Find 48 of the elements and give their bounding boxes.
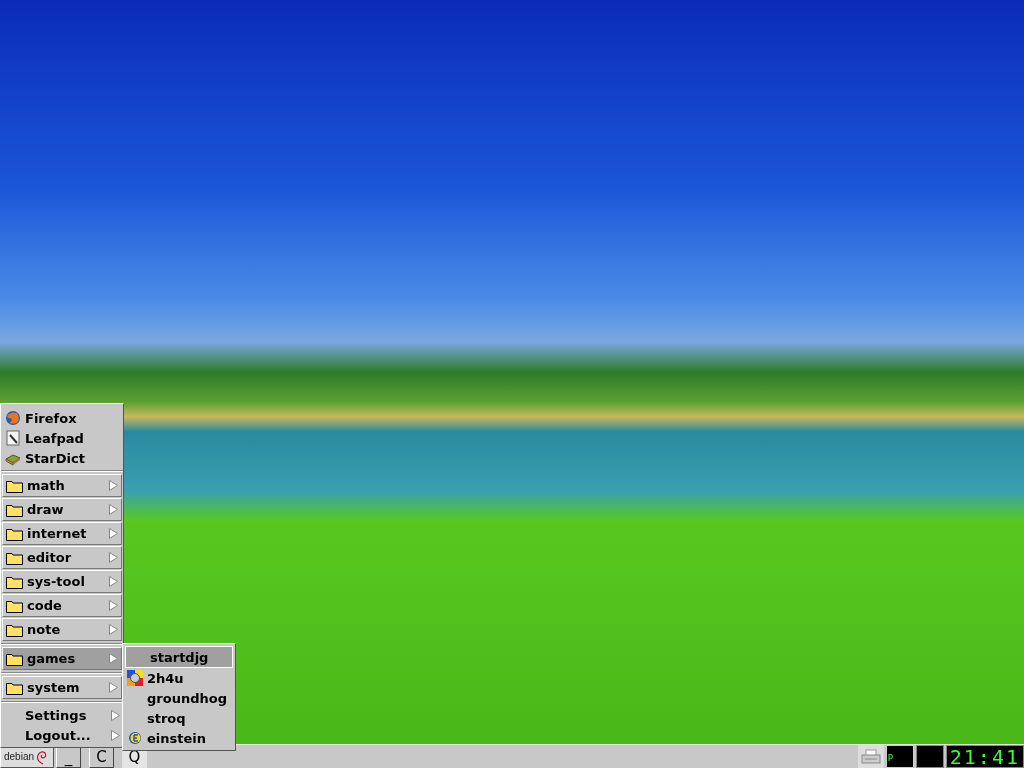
menu-item[interactable]: draw <box>2 498 122 521</box>
arrow-icon <box>109 552 118 563</box>
folder-icon <box>6 680 23 695</box>
arrow-icon <box>109 576 118 587</box>
arrow-icon <box>109 504 118 515</box>
menu-item[interactable]: Firefox <box>1 408 123 428</box>
workspace-pager[interactable] <box>915 745 944 768</box>
folder-icon <box>6 574 23 589</box>
letter-e-icon <box>127 730 142 746</box>
folder-icon <box>6 526 23 541</box>
folder-icon <box>6 598 23 613</box>
swirl-icon <box>35 748 48 765</box>
menu-item[interactable]: math <box>2 474 122 497</box>
arrow-icon <box>109 528 118 539</box>
menu-item[interactable]: note <box>2 618 122 641</box>
arrow-icon <box>111 709 120 721</box>
printer-icon <box>860 748 881 765</box>
arrow-icon <box>111 729 120 741</box>
menu-item[interactable]: internet <box>2 522 122 545</box>
menu-item[interactable]: games <box>2 647 122 670</box>
menu-item[interactable]: sys-tool <box>2 570 122 593</box>
ball-icon <box>126 670 143 686</box>
notepad-icon <box>4 430 21 446</box>
folder-icon <box>6 478 23 493</box>
menu-item[interactable]: stroq <box>123 708 235 728</box>
menu-item[interactable]: Leafpad <box>1 428 123 448</box>
folder-icon <box>6 651 23 666</box>
menu-item[interactable]: editor <box>2 546 122 569</box>
arrow-icon <box>109 600 118 611</box>
menu-item[interactable]: startdjg <box>125 646 233 668</box>
menu-item[interactable]: groundhog <box>123 688 235 708</box>
menu-item[interactable]: Logout... <box>1 725 123 745</box>
workspace-pager[interactable]: P <box>885 745 914 768</box>
arrow-icon <box>109 624 118 635</box>
menu-item[interactable]: einstein <box>123 728 235 748</box>
menu-item[interactable]: Settings <box>1 705 123 725</box>
folder-icon <box>6 502 23 517</box>
menu-item[interactable]: system <box>2 676 122 699</box>
menu-item[interactable]: 2h4u <box>123 668 235 688</box>
clock: 21:41 <box>945 745 1024 768</box>
arrow-icon <box>109 480 118 491</box>
folder-icon <box>6 550 23 565</box>
folder-icon <box>6 622 23 637</box>
globe-icon <box>4 410 21 426</box>
menu-item[interactable]: code <box>2 594 122 617</box>
arrow-icon <box>109 682 118 693</box>
menu-item[interactable]: StarDict <box>1 448 123 468</box>
arrow-icon <box>109 653 118 664</box>
